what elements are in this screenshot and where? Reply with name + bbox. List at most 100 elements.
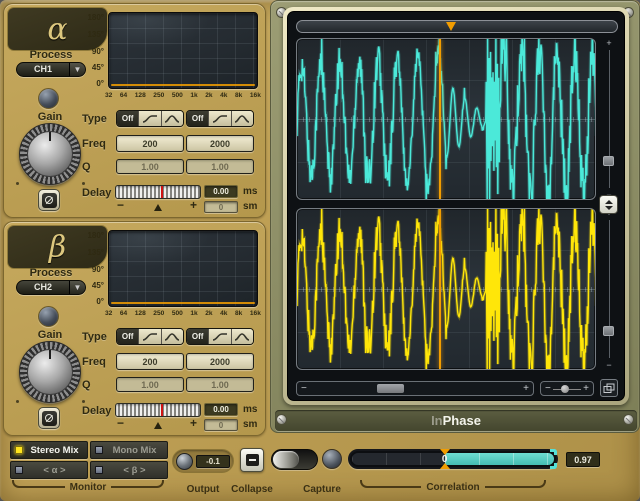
zoom-in-button[interactable]: + [583, 383, 589, 394]
phase-invert-icon [42, 193, 57, 208]
waveform-pane-alpha[interactable] [296, 38, 596, 200]
process-channel-value: CH2 [17, 281, 69, 294]
collapse-button[interactable] [240, 448, 264, 472]
fit-view-button[interactable] [600, 379, 618, 397]
filter2-freq-field[interactable]: 2000 [186, 135, 254, 152]
freq-tick: 64 [120, 92, 127, 99]
playback-cursor[interactable] [439, 39, 441, 199]
led-icon [15, 466, 23, 474]
filter2-q-field[interactable]: 1.00 [186, 159, 254, 174]
filter1-type-buttons: Off [116, 110, 184, 127]
delay-minus-button[interactable]: − [117, 416, 124, 430]
process-label: Process [16, 267, 86, 279]
horizontal-scrollbar[interactable]: − + [296, 381, 534, 396]
filter1-off-button[interactable]: Off [117, 111, 139, 126]
zoom-in-button[interactable]: + [600, 38, 618, 48]
filter2-q-field[interactable]: 1.00 [186, 377, 254, 392]
type-label: Type [82, 113, 114, 125]
shelf-filter-icon[interactable] [139, 111, 161, 126]
freq-tick: 500 [172, 310, 183, 317]
correlation-end-marker-icon [550, 463, 557, 469]
process-channel-value: CH1 [17, 63, 69, 76]
slider-thumb[interactable] [603, 326, 614, 336]
delay-plus-button[interactable]: + [190, 198, 197, 212]
scroll-left-button[interactable]: − [301, 383, 307, 394]
vertical-zoom-beta[interactable]: + − [600, 208, 618, 370]
shelf-filter-icon[interactable] [209, 329, 231, 344]
delay-plus-button[interactable]: + [190, 416, 197, 430]
timeline-cursor-marker[interactable] [446, 22, 456, 31]
scrollbar-thumb[interactable] [377, 384, 404, 393]
shelf-filter-icon[interactable] [139, 329, 161, 344]
filter2-off-button[interactable]: Off [187, 111, 209, 126]
filter1-q-field[interactable]: 1.00 [116, 159, 184, 174]
freq-tick: 32 [105, 310, 112, 317]
gain-label: Gain [24, 111, 76, 123]
shelf-filter-icon[interactable] [209, 111, 231, 126]
capture-button[interactable] [322, 449, 342, 469]
correlation-value-field[interactable]: 0.97 [566, 452, 600, 467]
delay-minus-button[interactable]: − [117, 198, 124, 212]
pane-split-spinner[interactable] [599, 195, 618, 214]
output-value-field[interactable]: -0.1 [196, 455, 230, 468]
monitor-mono-mix-button[interactable]: Mono Mix [90, 441, 168, 459]
filter1-freq-field[interactable]: 200 [116, 353, 184, 370]
channel-panel-beta: β Process CH2 ▼ 180° 135° 90° 45° 0° 32 … [3, 221, 266, 436]
phase-tick: 90° [92, 265, 104, 274]
freq-tick: 4k [220, 310, 227, 317]
zoom-out-button[interactable]: − [545, 383, 551, 394]
channel-led-button[interactable] [38, 88, 59, 109]
freq-tick: 2k [205, 310, 212, 317]
phase-tick: 180° [87, 231, 104, 240]
gain-knob[interactable] [19, 123, 81, 185]
zoom-out-button[interactable]: − [600, 360, 618, 370]
slider-thumb[interactable] [561, 385, 569, 393]
filter1-freq-field[interactable]: 200 [116, 135, 184, 152]
delay-ms-field[interactable]: 0.00 [204, 403, 238, 416]
phase-invert-icon [42, 411, 57, 426]
waveform-pane-beta[interactable] [296, 208, 596, 370]
timeline-overview-bar[interactable] [296, 20, 618, 33]
toggle-lever[interactable] [273, 451, 299, 468]
filter2-freq-field[interactable]: 2000 [186, 353, 254, 370]
delay-label: Delay [82, 187, 114, 199]
monitor-beta-button[interactable]: < β > [90, 461, 168, 479]
vertical-zoom-alpha[interactable]: + − [600, 38, 618, 200]
delay-ms-field[interactable]: 0.00 [204, 185, 238, 198]
output-knob[interactable] [176, 453, 193, 470]
filter1-q-field[interactable]: 1.00 [116, 377, 184, 392]
scroll-right-button[interactable]: + [523, 383, 529, 394]
filter2-off-button[interactable]: Off [187, 329, 209, 344]
monitor-alpha-button[interactable]: < α > [10, 461, 88, 479]
alpha-symbol: α [47, 12, 67, 47]
phase-axis: 180° 135° 90° 45° 0° [78, 11, 106, 91]
horizontal-zoom-slider[interactable]: − + [540, 381, 594, 396]
filter1-off-button[interactable]: Off [117, 329, 139, 344]
delay-slider[interactable] [115, 403, 201, 417]
process-channel-select[interactable]: CH1 ▼ [16, 62, 86, 77]
bell-filter-icon[interactable] [232, 329, 253, 344]
delay-samples-field[interactable]: 0 [204, 419, 238, 431]
playback-cursor[interactable] [439, 209, 441, 369]
bell-filter-icon[interactable] [162, 329, 183, 344]
delay-slider[interactable] [115, 185, 201, 199]
phase-tick: 45° [92, 281, 104, 290]
slider-track [609, 220, 610, 358]
bell-filter-icon[interactable] [232, 111, 253, 126]
delay-samples-field[interactable]: 0 [204, 201, 238, 213]
bell-filter-icon[interactable] [162, 111, 183, 126]
q-label: Q [82, 379, 114, 391]
monitor-stereo-mix-button[interactable]: Stereo Mix [10, 441, 88, 459]
slider-thumb[interactable] [603, 156, 614, 166]
freq-tick: 16k [250, 92, 261, 99]
capture-label: Capture [290, 484, 354, 495]
ms-unit-label: ms [243, 186, 257, 197]
capture-toggle[interactable] [271, 449, 318, 470]
channel-led-button[interactable] [38, 306, 59, 327]
process-channel-select[interactable]: CH2 ▼ [16, 280, 86, 295]
freq-tick: 8k [235, 92, 242, 99]
phase-invert-button[interactable] [38, 407, 60, 429]
gain-knob[interactable] [19, 341, 81, 403]
filter1-type-buttons: Off [116, 328, 184, 345]
phase-invert-button[interactable] [38, 189, 60, 211]
